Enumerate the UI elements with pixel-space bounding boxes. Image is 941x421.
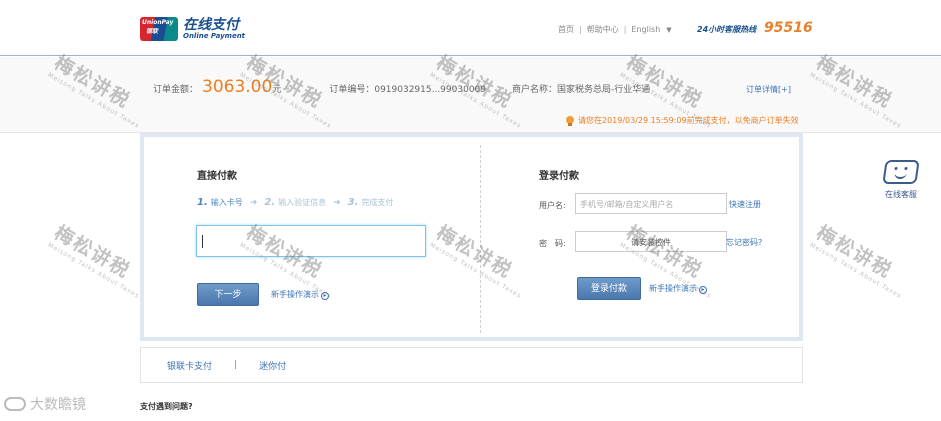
card-number-input[interactable] <box>196 225 426 257</box>
nav-separator: | <box>623 25 627 34</box>
arrow-right-icon: ➜ <box>333 197 341 208</box>
watermark: 梅松讲税 Meisong Talks About Taxes <box>46 221 141 300</box>
unionpay-logo[interactable]: UnionPay 银联 在线支付 Online Payment <box>140 17 245 41</box>
chat-icon <box>882 160 920 184</box>
watermark: 梅松讲税 Meisong Talks About Taxes <box>808 221 903 300</box>
unionpay-badge-icon: UnionPay 银联 <box>140 17 178 41</box>
panel-divider <box>480 145 481 333</box>
password-label: 密 码: <box>539 239 566 248</box>
nav-home-link[interactable]: 首页 <box>558 24 574 35</box>
order-summary: 订单金额： 3063.00 元 订单编号：0919032915...990300… <box>0 57 941 133</box>
bulb-icon <box>566 115 574 126</box>
login-pay-button[interactable]: 登录付款 <box>577 277 641 300</box>
forgot-password-link[interactable]: 忘记密码? <box>726 237 762 248</box>
tab-mini-pay[interactable]: 迷你付 <box>259 359 286 372</box>
payment-problem-link[interactable]: 支付遇到问题? <box>140 401 193 412</box>
order-amount: 3063.00 <box>202 77 273 97</box>
order-number: 订单编号：0919032915...99030009 <box>329 85 486 95</box>
tab-unionpay-card[interactable]: 银联卡支付 <box>167 359 212 372</box>
online-service[interactable]: 在线客服 <box>877 160 925 200</box>
login-pay-title: 登录付款 <box>539 171 579 182</box>
logo-badge-text: UnionPay <box>142 19 174 26</box>
hotline-label: 24小时客服热线 <box>697 25 757 34</box>
login-help-label: 新手操作演示 <box>649 284 697 293</box>
login-help-link[interactable]: 新手操作演示 ▸ <box>649 283 707 294</box>
brand-icon <box>4 397 26 411</box>
nav-separator: | <box>579 25 582 34</box>
top-nav: 首页 | 帮助中心 | English ▼ <box>558 24 672 35</box>
payment-panel: 直接付款 1. 输入卡号 ➜ 2. 输入验证信息 ➜ 3. 完成支付 下一步 新手操作… <box>140 133 803 341</box>
username-input[interactable]: 手机号/邮箱/自定义用户名 <box>575 193 727 214</box>
payment-page: UnionPay 银联 在线支付 Online Payment 首页 | 帮助中… <box>0 0 941 421</box>
logo-subtitle: Online Payment <box>183 31 246 40</box>
logo-title: 在线支付 <box>183 16 239 33</box>
direct-help-link[interactable]: 新手操作演示 ▸ <box>271 289 329 300</box>
direct-help-label: 新手操作演示 <box>271 290 319 299</box>
text-cursor <box>202 235 203 248</box>
order-info: 订单金额： 3063.00 元 订单编号：0919032915...990300… <box>153 77 650 97</box>
online-service-label: 在线客服 <box>885 190 917 199</box>
direct-pay-steps: 1. 输入卡号 ➜ 2. 输入验证信息 ➜ 3. 完成支付 <box>197 197 393 208</box>
payment-method-tabs: 银联卡支付 | 迷你付 <box>140 347 803 383</box>
amount-label: 订单金额： <box>153 85 199 95</box>
play-icon: ▸ <box>321 292 329 300</box>
step-1: 1. 输入卡号 <box>197 197 243 208</box>
language-select[interactable]: English <box>631 25 660 34</box>
step-2: 2. 输入验证信息 <box>264 197 327 208</box>
nav-help-link[interactable]: 帮助中心 <box>587 24 619 35</box>
order-detail-link[interactable]: 订单详情[+] <box>746 84 791 95</box>
username-label: 用户名: <box>539 201 566 210</box>
merchant-name: 商户名称：国家税务总局-行业华通 <box>512 85 651 95</box>
brand-watermark-text: 大数瞻镜 <box>30 397 86 413</box>
password-input[interactable]: 请安装控件 <box>575 231 727 252</box>
logo-text: 在线支付 Online Payment <box>183 18 245 41</box>
play-icon: ▸ <box>699 286 707 294</box>
payment-deadline-notice: 请您在2019/03/29 15:59:09前完成支付，以免商户订单失效 <box>566 115 799 126</box>
register-link[interactable]: 快速注册 <box>729 199 761 210</box>
notice-text: 请您在2019/03/29 15:59:09前完成支付，以免商户订单失效 <box>578 116 799 125</box>
site-header: UnionPay 银联 在线支付 Online Payment 首页 | 帮助中… <box>0 0 941 56</box>
arrow-right-icon: ➜ <box>249 197 258 208</box>
hotline-number: 95516 <box>764 20 813 36</box>
logo-badge-subtext: 银联 <box>146 28 159 35</box>
tab-separator: | <box>234 360 238 370</box>
direct-pay-title: 直接付款 <box>197 171 237 182</box>
next-step-button[interactable]: 下一步 <box>197 283 259 306</box>
chevron-down-icon[interactable]: ▼ <box>666 26 671 34</box>
step-3: 3. 完成支付 <box>347 197 394 208</box>
brand-watermark: 大数瞻镜 <box>4 394 86 414</box>
amount-unit: 元 <box>272 85 282 95</box>
